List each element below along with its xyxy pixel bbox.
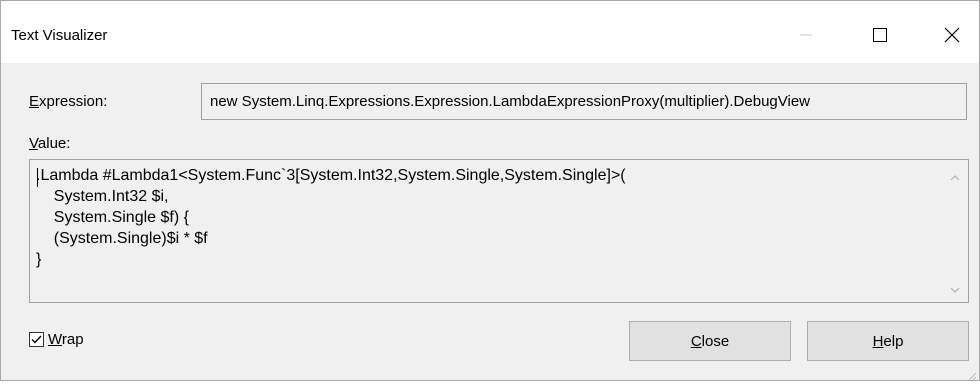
close-button[interactable]: Close — [629, 321, 791, 361]
expression-label: Expression: — [29, 93, 108, 110]
close-window-button[interactable] — [929, 15, 975, 55]
value-textarea[interactable]: .Lambda #Lambda1<System.Func`3[System.In… — [29, 159, 969, 303]
close-icon — [944, 27, 960, 43]
resize-grip-icon[interactable] — [967, 368, 977, 381]
help-button[interactable]: Help — [807, 321, 969, 361]
expression-value: new System.Linq.Expressions.Expression.L… — [210, 93, 810, 110]
text-visualizer-window: Text Visualizer Expression: new System.L… — [0, 0, 980, 381]
chevron-down-icon — [950, 280, 960, 297]
value-text: .Lambda #Lambda1<System.Func`3[System.In… — [36, 167, 626, 268]
title-bar[interactable]: Text Visualizer — [1, 1, 979, 63]
expression-field[interactable]: new System.Linq.Expressions.Expression.L… — [201, 83, 967, 120]
scroll-up-arrow[interactable] — [948, 170, 962, 182]
minimize-button[interactable] — [783, 15, 829, 55]
minimize-icon — [800, 29, 812, 41]
chevron-up-icon — [950, 168, 960, 185]
value-label: Value: — [29, 135, 71, 152]
checkbox-box[interactable] — [29, 332, 44, 347]
maximize-button[interactable] — [857, 15, 903, 55]
maximize-icon — [873, 28, 887, 42]
window-title: Text Visualizer — [11, 27, 108, 44]
wrap-label: Wrap — [48, 331, 84, 348]
checkmark-icon — [31, 331, 42, 348]
wrap-checkbox[interactable]: Wrap — [29, 331, 84, 348]
scroll-down-arrow[interactable] — [948, 282, 962, 294]
